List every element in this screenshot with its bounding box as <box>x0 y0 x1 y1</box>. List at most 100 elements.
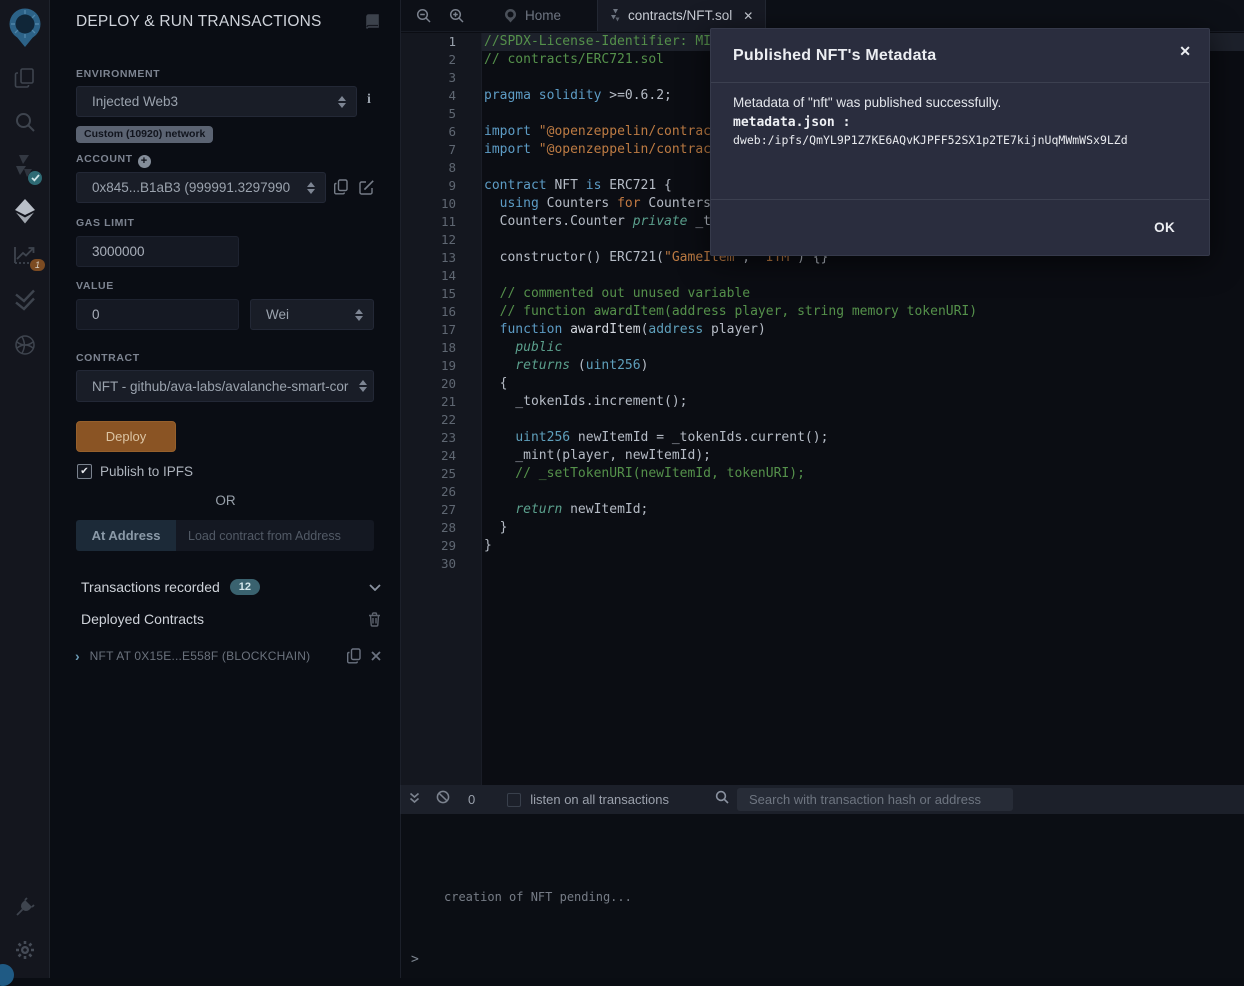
account-select[interactable]: 0x845...B1aB3 (999991.3297990 <box>76 172 326 203</box>
terminal-log-line: creation of NFT pending... <box>444 890 632 904</box>
deployed-contract-item[interactable]: › NFT AT 0X15E...E558F (BLOCKCHAIN) <box>75 648 381 664</box>
terminal-expand-icon[interactable] <box>409 791 420 809</box>
line-number: 23 <box>401 429 481 447</box>
transactions-count-badge: 12 <box>230 579 260 595</box>
static-analysis-icon[interactable] <box>0 288 50 312</box>
deploy-run-icon[interactable] <box>0 198 50 224</box>
solidity-file-icon <box>610 9 621 23</box>
panel-title: DEPLOY & RUN TRANSACTIONS <box>76 13 322 31</box>
pending-tx-count: 0 <box>468 792 475 807</box>
clear-console-icon[interactable] <box>436 790 450 809</box>
plugin-manager-icon[interactable] <box>0 895 50 919</box>
chevron-down-icon[interactable] <box>369 584 381 591</box>
select-arrows-icon <box>359 380 367 392</box>
trash-icon[interactable] <box>368 612 381 627</box>
tab-home[interactable]: Home <box>491 0 573 31</box>
environment-info-icon[interactable]: i <box>367 92 371 108</box>
settings-icon[interactable] <box>0 938 50 962</box>
code-line[interactable]: function awardItem(address player) <box>482 321 1244 339</box>
value-unit-select[interactable]: Wei <box>250 299 374 330</box>
code-line[interactable]: public <box>482 339 1244 357</box>
network-badge: Custom (10920) network <box>76 126 213 143</box>
code-line[interactable]: _mint(player, newItemId); <box>482 447 1244 465</box>
line-number: 8 <box>401 159 481 177</box>
remix-logo-icon[interactable] <box>0 6 50 48</box>
file-explorer-icon[interactable] <box>0 66 50 90</box>
tab-contracts-nft-sol[interactable]: contracts/NFT.sol ✕ <box>597 0 766 31</box>
at-address-input[interactable] <box>176 520 374 551</box>
code-line[interactable]: // _setTokenURI(newItemId, tokenURI); <box>482 465 1244 483</box>
line-number: 15 <box>401 285 481 303</box>
add-account-icon[interactable]: + <box>138 155 151 168</box>
code-line[interactable]: _tokenIds.increment(); <box>482 393 1244 411</box>
value-input[interactable] <box>76 299 239 330</box>
line-number: 6 <box>401 123 481 141</box>
publish-ipfs-checkbox[interactable]: ✔ <box>77 464 92 479</box>
deployed-contracts-row: Deployed Contracts <box>81 611 381 627</box>
line-number: 9 <box>401 177 481 195</box>
code-line[interactable]: return newItemId; <box>482 501 1244 519</box>
line-number: 3 <box>401 69 481 87</box>
line-number-gutter: 1234567891011121314151617181920212223242… <box>401 33 482 785</box>
line-number: 14 <box>401 267 481 285</box>
code-line[interactable]: // commented out unused variable <box>482 285 1244 303</box>
deploy-button[interactable]: Deploy <box>76 421 176 452</box>
solidity-compiler-icon[interactable] <box>0 153 50 181</box>
tab-close-icon[interactable]: ✕ <box>743 9 753 23</box>
modal-ok-button[interactable]: OK <box>1154 220 1175 235</box>
code-line[interactable] <box>482 411 1244 429</box>
zoom-out-icon[interactable] <box>407 0 440 31</box>
copy-account-icon[interactable] <box>334 179 348 200</box>
remix-app: 1 <box>0 0 1244 978</box>
modal-message: Metadata of "nft" was published successf… <box>733 95 1187 110</box>
code-line[interactable]: // function awardItem(address player, st… <box>482 303 1244 321</box>
zoom-in-icon[interactable] <box>440 0 473 31</box>
analytics-icon[interactable]: 1 <box>0 243 50 267</box>
line-number: 16 <box>401 303 481 321</box>
gas-limit-input[interactable] <box>76 236 239 267</box>
edit-account-icon[interactable] <box>359 179 375 200</box>
modal-close-icon[interactable]: ✕ <box>1179 43 1191 60</box>
listen-transactions-checkbox[interactable] <box>507 793 521 807</box>
copy-contract-icon[interactable] <box>347 648 361 664</box>
environment-select[interactable]: Injected Web3 <box>76 86 357 117</box>
code-line[interactable]: } <box>482 537 1244 555</box>
line-number: 7 <box>401 141 481 159</box>
terminal-output[interactable]: creation of NFT pending... > <box>400 814 1244 978</box>
icon-sidebar: 1 <box>0 0 50 978</box>
debugger-icon[interactable] <box>0 333 50 357</box>
line-number: 12 <box>401 231 481 249</box>
code-line[interactable]: uint256 newItemId = _tokenIds.current(); <box>482 429 1244 447</box>
deploy-run-panel: DEPLOY & RUN TRANSACTIONS ENVIRONMENT In… <box>51 0 400 978</box>
analytics-count-badge: 1 <box>30 259 45 271</box>
search-plugin-icon[interactable] <box>0 110 50 134</box>
line-number: 5 <box>401 105 481 123</box>
listen-transactions-label: listen on all transactions <box>530 792 669 807</box>
expand-contract-icon[interactable]: › <box>75 648 80 664</box>
line-number: 27 <box>401 501 481 519</box>
publish-ipfs-label: Publish to IPFS <box>100 464 193 479</box>
terminal-search-input[interactable] <box>737 788 1013 811</box>
line-number: 2 <box>401 51 481 69</box>
value-label: VALUE <box>76 280 114 292</box>
code-line[interactable] <box>482 483 1244 501</box>
home-remix-icon <box>503 8 518 23</box>
line-number: 13 <box>401 249 481 267</box>
contract-label: CONTRACT <box>76 352 140 364</box>
line-number: 21 <box>401 393 481 411</box>
code-line[interactable] <box>482 267 1244 285</box>
tab-home-label: Home <box>525 8 561 23</box>
line-number: 26 <box>401 483 481 501</box>
line-number: 10 <box>401 195 481 213</box>
code-line[interactable]: returns (uint256) <box>482 357 1244 375</box>
transactions-recorded-row[interactable]: Transactions recorded 12 <box>81 579 381 595</box>
at-address-button[interactable]: At Address <box>76 520 176 551</box>
remove-contract-icon[interactable] <box>371 651 381 661</box>
code-line[interactable]: { <box>482 375 1244 393</box>
contract-select[interactable]: NFT - github/ava-labs/avalanche-smart-co… <box>76 370 374 402</box>
terminal-prompt[interactable]: > <box>411 952 419 967</box>
code-line[interactable] <box>482 555 1244 573</box>
code-line[interactable]: } <box>482 519 1244 537</box>
documentation-book-icon[interactable] <box>365 14 380 35</box>
line-number: 18 <box>401 339 481 357</box>
